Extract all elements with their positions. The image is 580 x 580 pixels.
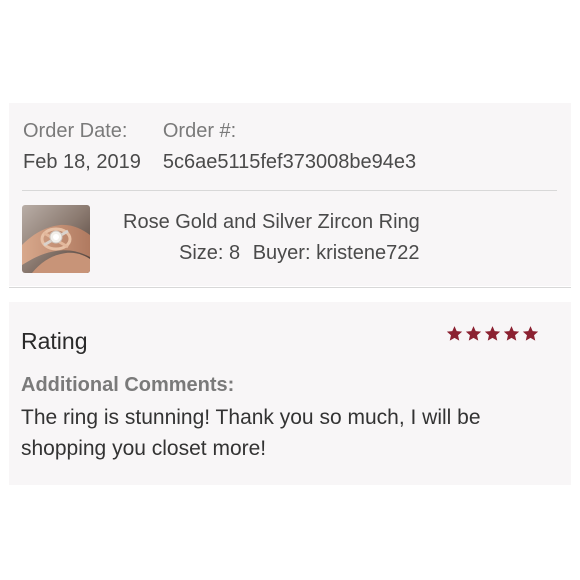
rating-card: Rating Additional Comments: The ring is … — [9, 302, 571, 485]
order-number-column: Order #: 5c6ae5115fef373008be94e3 — [163, 118, 416, 175]
rating-label: Rating — [21, 328, 88, 354]
rating-stars — [444, 325, 539, 342]
order-number-value: 5c6ae5115fef373008be94e3 — [162, 151, 417, 173]
star-icon — [465, 325, 482, 342]
section-divider — [9, 287, 571, 288]
page: Order Date: Feb 18, 2019 Order #: 5c6ae5… — [0, 0, 580, 580]
star-icon — [446, 325, 463, 342]
item-buyer: Buyer: kristene722 — [252, 242, 420, 264]
comments-text: The ring is stunning! Thank you so much,… — [21, 406, 481, 460]
item-title[interactable]: Rose Gold and Silver Zircon Ring — [123, 209, 523, 235]
star-icon — [503, 325, 520, 342]
star-icon — [484, 325, 501, 342]
order-date-column: Order Date: Feb 18, 2019 — [23, 118, 141, 175]
item-details: Size: 8 Buyer: kristene722 — [179, 240, 419, 266]
order-date-label: Order Date: — [23, 120, 128, 142]
item-row[interactable]: Rose Gold and Silver Zircon Ring Size: 8… — [22, 205, 557, 273]
item-size: Size: 8 — [179, 242, 241, 264]
order-meta: Order Date: Feb 18, 2019 Order #: 5c6ae5… — [23, 118, 416, 175]
ring-photo-thumbnail[interactable] — [22, 205, 90, 273]
order-date-value: Feb 18, 2019 — [23, 151, 141, 173]
order-card: Order Date: Feb 18, 2019 Order #: 5c6ae5… — [9, 103, 571, 286]
ring-photo-icon — [22, 205, 90, 273]
order-divider — [22, 190, 557, 191]
star-icon — [522, 325, 539, 342]
comments-label: Additional Comments: — [21, 374, 235, 396]
order-number-label: Order #: — [162, 120, 237, 142]
